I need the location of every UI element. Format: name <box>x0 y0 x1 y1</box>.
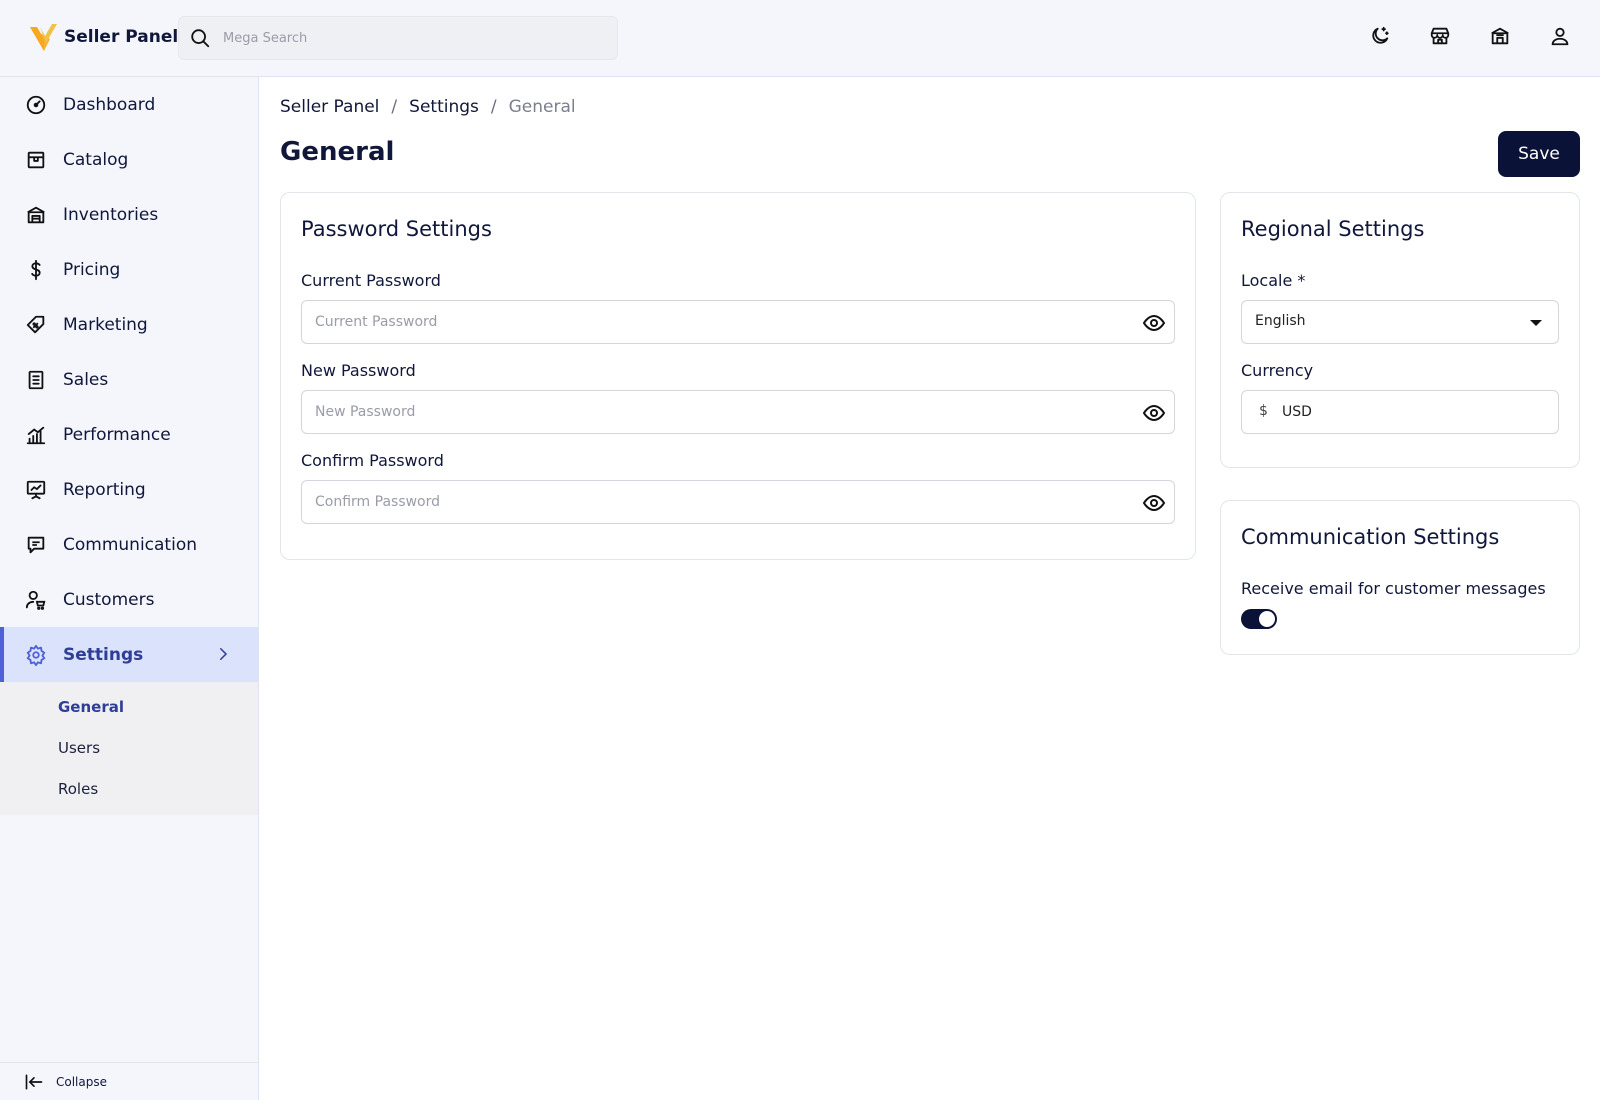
bar-chart-icon <box>26 426 46 444</box>
brand-name: Seller Panel <box>64 27 179 47</box>
current-password-label: Current Password <box>301 271 441 290</box>
locale-select[interactable]: English <box>1241 300 1559 344</box>
breadcrumb-root[interactable]: Seller Panel <box>280 97 379 117</box>
dropdown-caret-icon <box>1530 320 1542 326</box>
new-password-input[interactable] <box>315 391 1135 433</box>
top-header: Seller Panel <box>0 0 1600 77</box>
warehouse-icon <box>1491 27 1509 45</box>
sidebar-item-label: Pricing <box>63 259 121 280</box>
sidebar-item-label: Customers <box>63 589 155 610</box>
locale-label: Locale * <box>1241 271 1306 290</box>
receipt-icon <box>28 370 44 389</box>
regional-settings-card: Regional Settings Locale * English Curre… <box>1220 192 1580 468</box>
search-icon <box>191 29 210 48</box>
sidebar-item-dashboard[interactable]: Dashboard <box>0 77 258 132</box>
sidebar-item-customers[interactable]: Customers <box>0 572 258 627</box>
communication-settings-card: Communication Settings Receive email for… <box>1220 500 1580 655</box>
collapse-label: Collapse <box>56 1074 107 1089</box>
currency-field: $ <box>1241 390 1559 434</box>
eye-icon[interactable] <box>1142 311 1166 335</box>
sidebar-item-performance[interactable]: Performance <box>0 407 258 462</box>
sidebar-item-label: Performance <box>63 424 171 445</box>
chevron-right-icon <box>220 648 228 660</box>
breadcrumb-separator: / <box>490 97 497 117</box>
subnav-item-general[interactable]: General <box>0 686 258 727</box>
sidebar-item-label: Reporting <box>63 479 146 500</box>
dark-mode-button[interactable] <box>1368 24 1392 48</box>
new-password-label: New Password <box>301 361 416 380</box>
mega-search[interactable] <box>178 16 618 60</box>
currency-label: Currency <box>1241 361 1314 380</box>
inventory-warehouse-icon <box>27 206 45 223</box>
sidebar-item-label: Marketing <box>63 314 148 335</box>
customer-cart-icon <box>25 590 46 610</box>
email-notification-label: Receive email for customer messages <box>1241 579 1546 598</box>
sidebar-item-sales[interactable]: Sales <box>0 352 258 407</box>
currency-input[interactable] <box>1282 391 1542 433</box>
toggle-knob <box>1259 611 1275 627</box>
sidebar-item-label: Dashboard <box>63 94 156 115</box>
settings-subnav: General Users Roles <box>0 682 258 815</box>
sidebar-item-catalog[interactable]: Catalog <box>0 132 258 187</box>
sidebar-item-communication[interactable]: Communication <box>0 517 258 572</box>
confirm-password-field <box>301 480 1175 524</box>
store-icon <box>1430 27 1450 45</box>
subnav-item-users[interactable]: Users <box>0 727 258 768</box>
subnav-item-roles[interactable]: Roles <box>0 768 258 809</box>
current-password-field <box>301 300 1175 344</box>
chat-icon <box>27 536 45 553</box>
gear-icon <box>26 644 46 666</box>
main-content: Seller Panel / Settings / General Genera… <box>259 77 1600 1100</box>
eye-icon[interactable] <box>1142 491 1166 515</box>
brand[interactable]: Seller Panel <box>28 21 178 53</box>
warehouse-button[interactable] <box>1488 24 1512 48</box>
sidebar-item-label: Sales <box>63 369 109 390</box>
sidebar-item-label: Communication <box>63 534 197 555</box>
breadcrumb: Seller Panel / Settings / General <box>280 97 576 117</box>
sidebar-item-settings[interactable]: Settings <box>0 627 258 682</box>
confirm-password-input[interactable] <box>315 481 1135 523</box>
sidebar-item-label: Catalog <box>63 149 129 170</box>
sidebar-item-marketing[interactable]: Marketing <box>0 297 258 352</box>
presentation-chart-icon <box>26 480 46 499</box>
current-password-input[interactable] <box>315 301 1135 343</box>
dashboard-gauge-icon <box>26 95 46 114</box>
brand-logo-icon <box>30 24 57 51</box>
save-button[interactable]: Save <box>1498 131 1580 177</box>
collapse-arrow-icon <box>25 1074 43 1089</box>
sidebar-item-pricing[interactable]: Pricing <box>0 242 258 297</box>
card-title: Regional Settings <box>1241 217 1425 241</box>
sidebar-item-reporting[interactable]: Reporting <box>0 462 258 517</box>
locale-selected-value: English <box>1255 313 1306 329</box>
user-icon <box>1551 27 1569 46</box>
sidebar-item-label: Inventories <box>63 204 159 225</box>
sidebar-item-inventories[interactable]: Inventories <box>0 187 258 242</box>
card-title: Communication Settings <box>1241 525 1500 549</box>
dollar-icon <box>31 259 41 280</box>
currency-symbol: $ <box>1259 403 1268 419</box>
store-button[interactable] <box>1428 24 1452 48</box>
password-settings-card: Password Settings Current Password New P… <box>280 192 1196 560</box>
confirm-password-label: Confirm Password <box>301 451 444 470</box>
search-input[interactable] <box>223 17 603 59</box>
card-title: Password Settings <box>301 217 492 241</box>
tag-percent-icon <box>26 315 45 333</box>
new-password-field <box>301 390 1175 434</box>
breadcrumb-parent[interactable]: Settings <box>409 97 479 117</box>
breadcrumb-separator: / <box>391 97 398 117</box>
sidebar: Dashboard Catalog Inventories Pricing Ma… <box>0 77 259 1100</box>
user-profile-button[interactable] <box>1548 24 1572 48</box>
email-notification-toggle[interactable] <box>1241 609 1277 629</box>
catalog-box-icon <box>27 151 45 168</box>
header-actions <box>1368 24 1572 48</box>
page-title: General <box>280 137 395 167</box>
breadcrumb-current: General <box>508 97 576 117</box>
moon-icon <box>1372 26 1389 44</box>
eye-icon[interactable] <box>1142 401 1166 425</box>
collapse-sidebar-button[interactable]: Collapse <box>0 1062 259 1100</box>
sidebar-item-label: Settings <box>63 644 144 665</box>
